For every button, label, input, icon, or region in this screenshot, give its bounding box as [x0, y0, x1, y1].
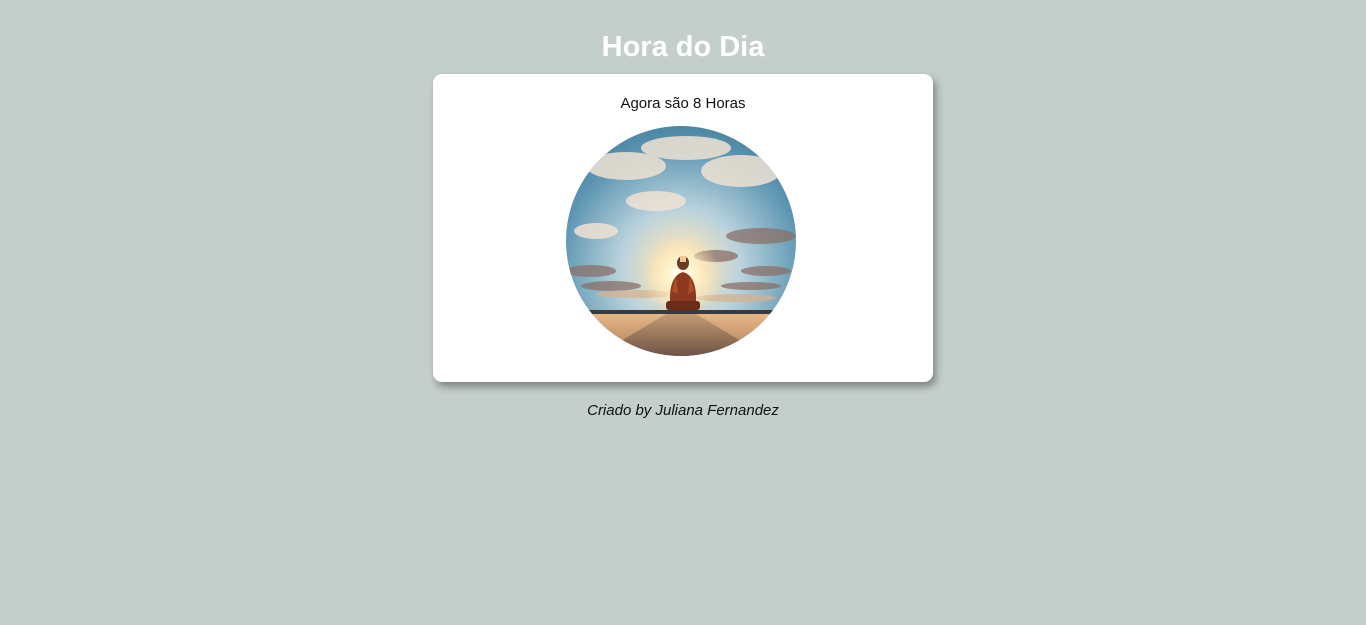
time-of-day-image — [566, 126, 796, 356]
time-message: Agora são 8 Horas — [620, 95, 746, 112]
time-card: Agora são 8 Horas — [433, 74, 933, 382]
page-title: Hora do Dia — [601, 31, 765, 63]
page: Hora do Dia Agora são 8 Horas Criado by … — [0, 0, 1366, 625]
sunrise-photo-icon — [566, 126, 796, 356]
footer-credit: Criado by Juliana Fernandez — [587, 402, 779, 419]
